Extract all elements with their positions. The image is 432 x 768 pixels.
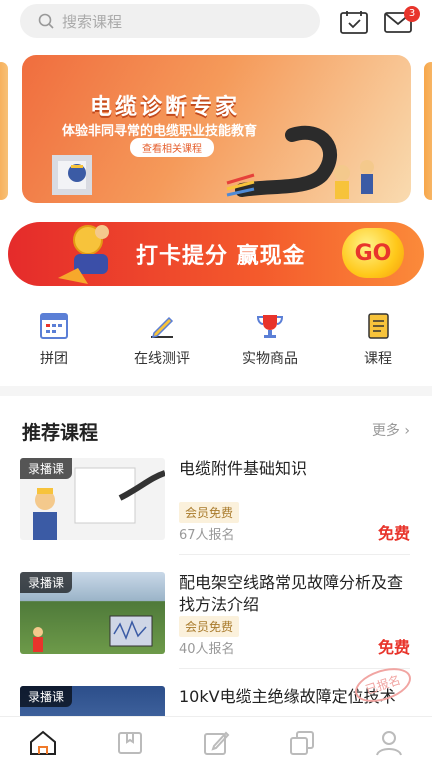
course-item[interactable]: 录播课 配电架空线路常见故障分析及查找方法介绍 会员免费 40人报名 免费 [0, 572, 432, 672]
section-divider [0, 386, 432, 396]
more-link[interactable]: 更多 › [372, 420, 410, 440]
tab-tests[interactable] [173, 717, 259, 768]
book-tab-icon [117, 731, 142, 754]
quick-menu: 拼团 在线测评 实物商品 课程 [0, 312, 432, 376]
trophy-icon [256, 315, 284, 338]
tab-profile[interactable] [346, 717, 432, 768]
menu-item-online-test[interactable]: 在线测评 [108, 312, 216, 376]
search-icon [38, 13, 54, 29]
checkin-banner[interactable]: 打卡提分 赢现金 GO [8, 222, 424, 286]
recorded-tag: 录播课 [20, 572, 73, 593]
menu-label: 在线测评 [134, 351, 190, 367]
banner-next-peek[interactable] [424, 62, 432, 200]
course-price: 免费 [377, 638, 410, 657]
menu-item-physical-goods[interactable]: 实物商品 [216, 312, 324, 376]
checkin-text: 打卡提分 赢现金 [136, 244, 306, 269]
tab-courses[interactable] [86, 717, 172, 768]
vip-free-tag: 会员免费 [179, 616, 240, 637]
course-thumbnail: 录播课 [20, 572, 165, 654]
checkin-illustration [58, 225, 109, 284]
promo-banner[interactable]: 电缆诊断专家 体验非同寻常的电缆职业技能教育 查看相关课程 [22, 55, 411, 203]
recorded-tag: 录播课 [20, 686, 73, 707]
tab-home[interactable] [0, 717, 86, 768]
header: 搜索课程 3 [0, 0, 432, 44]
calendar-icon [40, 313, 68, 339]
banner-view-courses-button[interactable]: 查看相关课程 [130, 138, 214, 157]
recorded-tag: 录播课 [20, 458, 73, 479]
row-divider [179, 554, 410, 555]
course-thumbnail: 录播课 [20, 458, 165, 540]
search-input[interactable]: 搜索课程 [20, 4, 320, 38]
enroll-count: 40人报名 [179, 642, 235, 657]
menu-item-courses[interactable]: 课程 [324, 312, 432, 376]
recommend-title: 推荐课程 [22, 422, 99, 444]
message-icon[interactable]: 3 [384, 6, 420, 34]
banner-prev-peek[interactable] [0, 62, 8, 200]
search-placeholder: 搜索课程 [62, 12, 123, 31]
copy-icon [290, 730, 315, 755]
checkin-calendar-icon[interactable] [340, 10, 368, 34]
book-icon [368, 313, 389, 339]
row-divider [179, 668, 410, 669]
user-icon [375, 730, 402, 755]
menu-item-group-buy[interactable]: 拼团 [0, 312, 108, 376]
banner-title: 电缆诊断专家 [90, 95, 241, 120]
tab-library[interactable] [259, 717, 345, 768]
vip-free-tag: 会员免费 [179, 502, 240, 523]
enroll-count: 67人报名 [179, 528, 235, 543]
course-title: 配电架空线路常见故障分析及查找方法介绍 [179, 573, 404, 614]
course-title: 电缆附件基础知识 [179, 459, 308, 478]
course-price: 免费 [377, 524, 410, 543]
go-button[interactable]: GO [342, 228, 404, 278]
menu-label: 课程 [364, 351, 392, 367]
bottom-tab-bar [0, 716, 432, 768]
course-thumbnail: 录播课 [20, 686, 165, 716]
chevron-right-icon: › [404, 423, 410, 439]
course-item[interactable]: 录播课 电缆附件基础知识 会员免费 67人报名 免费 [0, 458, 432, 558]
more-label: 更多 [371, 423, 400, 439]
edit-icon [204, 731, 230, 755]
message-badge: 3 [404, 6, 420, 22]
menu-label: 拼团 [40, 351, 68, 367]
pencil-icon [151, 316, 174, 339]
menu-label: 实物商品 [242, 351, 298, 367]
home-icon [30, 730, 57, 755]
banner-subtitle: 体验非同寻常的电缆职业技能教育 [62, 124, 258, 139]
